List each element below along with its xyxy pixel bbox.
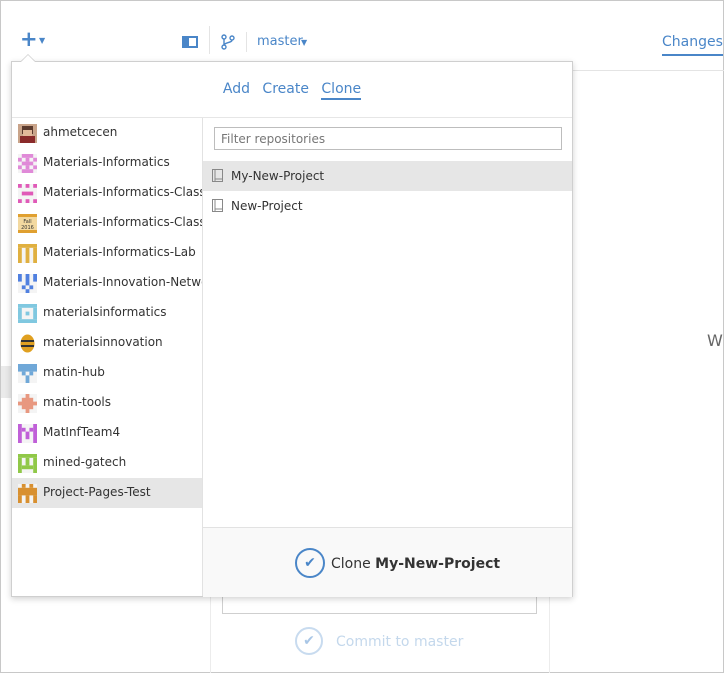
account-name: ahmetcecen (43, 125, 118, 139)
identicon-avatar (18, 364, 37, 383)
identicon-avatar (18, 184, 37, 203)
identicon-avatar (18, 154, 37, 173)
commit-button[interactable]: Commit to master (336, 634, 463, 650)
popover-tabs: Add Create Clone (12, 81, 572, 100)
account-name: Materials-Informatics-Class (43, 185, 203, 199)
fall-2016-avatar: Fall2016 (18, 214, 37, 233)
photo-avatar (18, 124, 37, 143)
account-item-project-pages-test[interactable]: Project-Pages-Test (12, 478, 202, 508)
account-item-ahmetcecen[interactable]: ahmetcecen (12, 118, 202, 148)
account-name: MatInfTeam4 (43, 425, 121, 439)
identicon-avatar (18, 424, 37, 443)
tab-changes[interactable]: Changes (662, 34, 723, 56)
repo-item-new-project[interactable]: New-Project (203, 191, 572, 221)
repo-name: My-New-Project (231, 169, 325, 183)
identicon-avatar (20, 334, 35, 353)
account-item-materials-informatics-class[interactable]: Materials-Informatics-Class (12, 178, 202, 208)
account-item-materialsinformatics[interactable]: materialsinformatics (12, 298, 202, 328)
popover-arrow-fill (21, 55, 35, 62)
clone-button-label: Clone My-New-Project (331, 556, 501, 572)
account-name: matin-tools (43, 395, 111, 409)
identicon-avatar (18, 304, 37, 323)
account-item-materials-informatics-class-f[interactable]: Fall 2016 Materials-Informatics-Class-F (12, 208, 202, 238)
toolbar-divider (246, 32, 247, 52)
repo-item-my-new-project[interactable]: My-New-Project (203, 161, 572, 191)
account-name: Project-Pages-Test (43, 485, 151, 499)
account-item-materials-informatics[interactable]: Materials-Informatics (12, 148, 202, 178)
svg-text:2016: 2016 (21, 225, 34, 231)
sidebar-toggle-icon[interactable] (182, 36, 198, 48)
repository-list: My-New-Project New-Project (203, 118, 572, 527)
account-item-matin-hub[interactable]: matin-hub (12, 358, 202, 388)
account-name: Materials-Innovation-Networ (43, 275, 203, 289)
account-name: Materials-Informatics-Lab (43, 245, 196, 259)
add-repository-button[interactable]: + ▼ (20, 28, 48, 52)
check-circle-icon: ✔ (295, 548, 325, 578)
account-name: matin-hub (43, 365, 105, 379)
clone-button[interactable]: ✔ Clone My-New-Project (203, 527, 572, 597)
repo-book-icon (212, 199, 223, 212)
account-item-materialsinnovation[interactable]: materialsinnovation (12, 328, 202, 358)
account-item-matinfteam4[interactable]: MatInfTeam4 (12, 418, 202, 448)
identicon-avatar (18, 454, 37, 473)
clone-target-name: My-New-Project (375, 556, 501, 572)
account-name: Materials-Informatics (43, 155, 170, 169)
toolbar-bottom-border (572, 70, 724, 71)
account-item-materials-informatics-lab[interactable]: Materials-Informatics-Lab (12, 238, 202, 268)
repo-book-icon (212, 169, 223, 182)
identicon-avatar (18, 484, 37, 503)
identicon-avatar (18, 274, 37, 293)
git-branch-icon[interactable] (221, 34, 235, 50)
repo-name: New-Project (231, 199, 303, 213)
chevron-down-icon: ▼ (39, 36, 46, 45)
account-name: materialsinformatics (43, 305, 167, 319)
toolbar-divider (209, 26, 210, 54)
plus-icon: + (20, 27, 38, 51)
add-repository-popover: Add Create Clone ahmetcecen Materials-In… (11, 61, 573, 597)
chevron-down-icon[interactable]: ▼ (301, 38, 307, 47)
commit-description-input[interactable] (222, 596, 537, 614)
account-name: Materials-Informatics-Class-F (43, 215, 203, 229)
branch-selector[interactable]: master (257, 34, 303, 49)
tab-add[interactable]: Add (223, 81, 250, 98)
commit-check-icon: ✔ (295, 627, 323, 655)
account-list: ahmetcecen Materials-Informatics Materia… (12, 118, 203, 596)
account-name: mined-gatech (43, 455, 127, 469)
identicon-avatar (18, 244, 37, 263)
filter-repositories-input[interactable] (214, 127, 562, 150)
account-name: materialsinnovation (43, 335, 163, 349)
account-item-matin-tools[interactable]: matin-tools (12, 388, 202, 418)
tab-clone[interactable]: Clone (321, 81, 362, 100)
account-item-mined-gatech[interactable]: mined-gatech (12, 448, 202, 478)
identicon-avatar (18, 394, 37, 413)
tab-create[interactable]: Create (262, 81, 309, 98)
account-item-materials-innovation-networ[interactable]: Materials-Innovation-Networ (12, 268, 202, 298)
welcome-text-partial: W (707, 331, 723, 350)
